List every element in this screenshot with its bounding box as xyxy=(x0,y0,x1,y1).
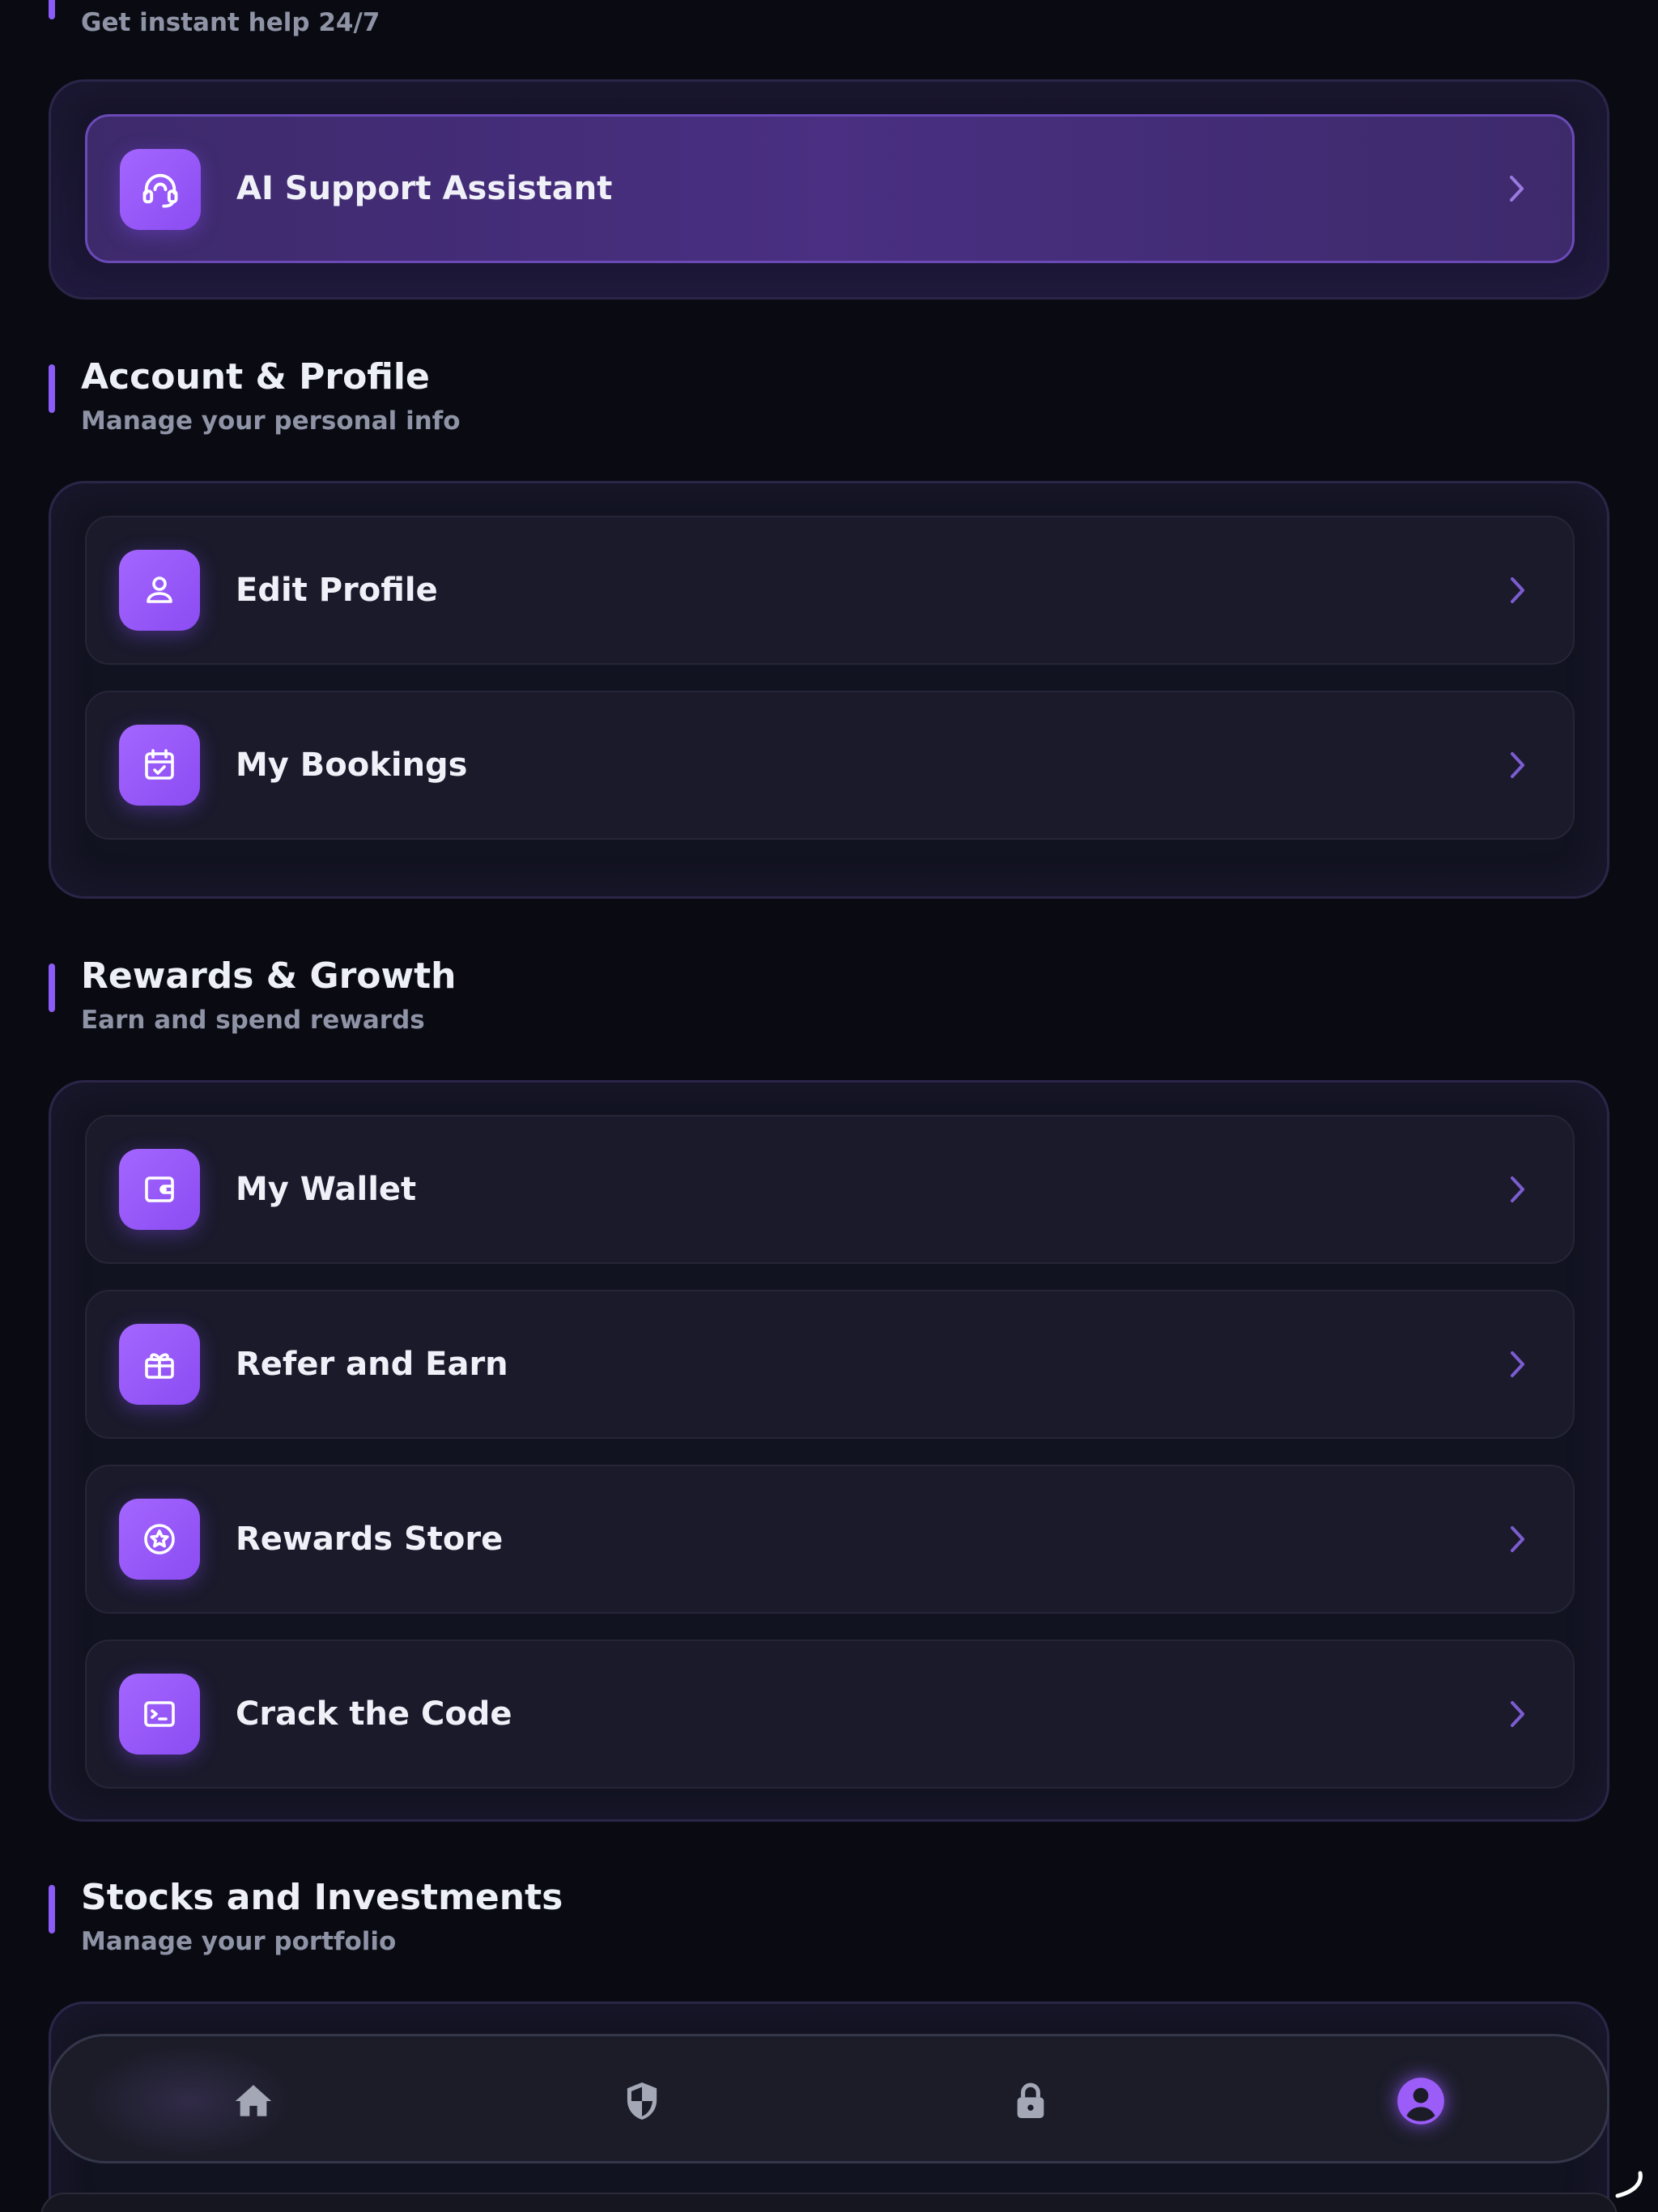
chevron-right-icon xyxy=(1511,1351,1524,1377)
account-card: Edit Profile My Bookings xyxy=(49,481,1609,899)
below-nav-bar xyxy=(40,2193,1618,2212)
edit-profile-item[interactable]: Edit Profile xyxy=(85,516,1575,665)
rewards-store-label: Rewards Store xyxy=(236,1521,504,1558)
settings-screen: Get instant help 24/7 AI Support Assista… xyxy=(0,0,1658,2212)
nav-lock[interactable] xyxy=(998,2069,1063,2133)
nav-security[interactable] xyxy=(610,2069,674,2133)
wallet-icon xyxy=(119,1149,200,1230)
rewards-section-title: Rewards & Growth xyxy=(81,955,457,997)
crack-the-code-label: Crack the Code xyxy=(236,1695,512,1733)
my-wallet-item[interactable]: My Wallet xyxy=(85,1115,1575,1264)
nav-profile[interactable] xyxy=(1388,2069,1453,2133)
rewards-card: My Wallet Refer and Earn Rewards Store C… xyxy=(49,1080,1609,1822)
calendar-check-icon xyxy=(119,725,200,806)
chevron-right-icon xyxy=(1511,1526,1524,1552)
refer-and-earn-label: Refer and Earn xyxy=(236,1346,508,1383)
star-badge-icon xyxy=(119,1499,200,1580)
stocks-section-subtitle: Manage your portfolio xyxy=(81,1927,397,1956)
chevron-right-icon xyxy=(1510,176,1524,202)
section-accent-bar xyxy=(49,1885,55,1933)
crack-the-code-item[interactable]: Crack the Code xyxy=(85,1640,1575,1789)
chevron-right-icon xyxy=(1511,752,1524,778)
terminal-icon xyxy=(119,1674,200,1755)
account-section-title: Account & Profile xyxy=(81,356,430,398)
support-card: AI Support Assistant xyxy=(49,79,1609,300)
section-accent-bar xyxy=(49,0,55,19)
shield-icon xyxy=(627,2082,657,2120)
rewards-store-item[interactable]: Rewards Store xyxy=(85,1465,1575,1614)
chevron-right-icon xyxy=(1511,577,1524,603)
ai-support-assistant-label: AI Support Assistant xyxy=(236,170,613,207)
rewards-section-subtitle: Earn and spend rewards xyxy=(81,1006,425,1035)
account-section-subtitle: Manage your personal info xyxy=(81,406,461,436)
headset-icon xyxy=(120,149,201,230)
stocks-section-title: Stocks and Investments xyxy=(81,1877,563,1918)
edit-profile-label: Edit Profile xyxy=(236,572,438,609)
user-icon xyxy=(119,550,200,631)
section-accent-bar xyxy=(49,963,55,1012)
bottom-nav xyxy=(49,2034,1609,2163)
gift-icon xyxy=(119,1324,200,1405)
refer-and-earn-item[interactable]: Refer and Earn xyxy=(85,1290,1575,1439)
my-bookings-item[interactable]: My Bookings xyxy=(85,691,1575,840)
lock-icon xyxy=(1017,2082,1044,2118)
my-wallet-label: My Wallet xyxy=(236,1171,417,1208)
home-icon xyxy=(235,2085,272,2116)
ai-support-assistant-item[interactable]: AI Support Assistant xyxy=(85,114,1575,263)
chevron-right-icon xyxy=(1511,1176,1524,1202)
chevron-right-icon xyxy=(1511,1701,1524,1727)
loading-spinner-icon xyxy=(1615,2171,1643,2198)
profile-icon xyxy=(1397,2078,1444,2125)
nav-home[interactable] xyxy=(221,2069,286,2133)
my-bookings-label: My Bookings xyxy=(236,747,468,784)
support-section-subtitle: Get instant help 24/7 xyxy=(81,8,380,37)
section-accent-bar xyxy=(49,364,55,413)
